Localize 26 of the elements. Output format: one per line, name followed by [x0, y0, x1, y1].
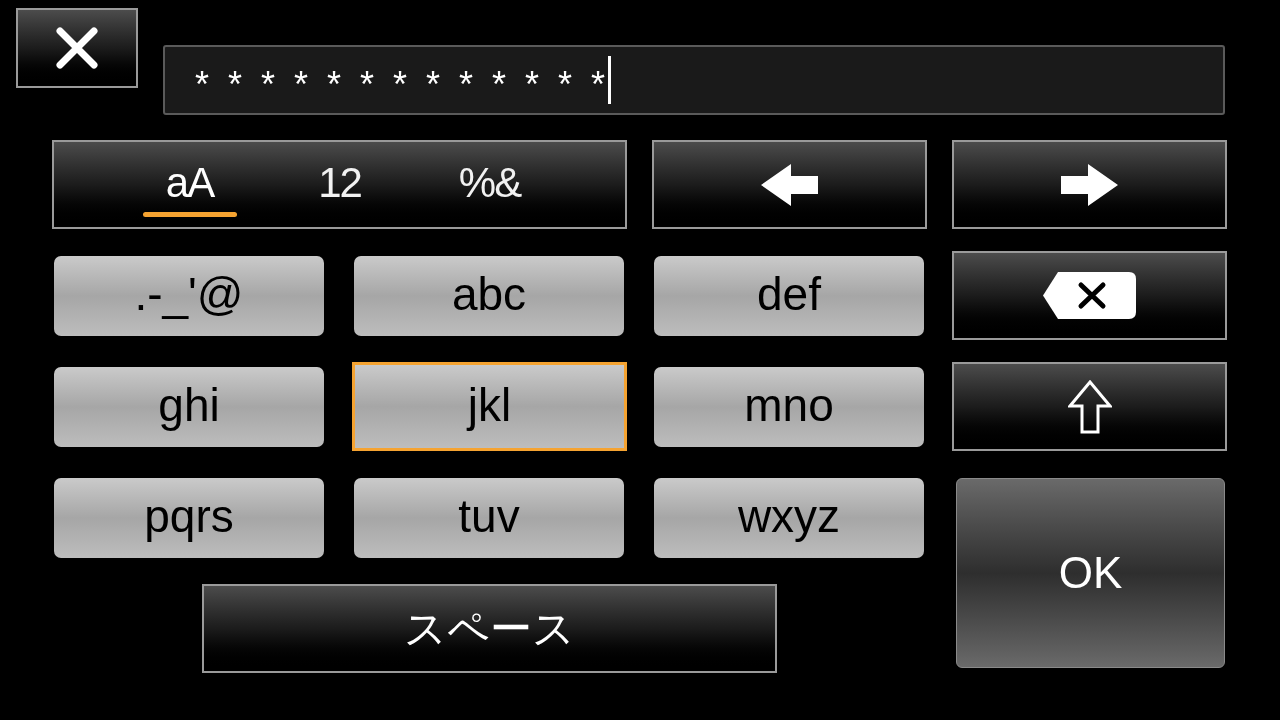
character-key[interactable]: wxyz [654, 478, 924, 558]
close-icon [55, 27, 99, 69]
character-key[interactable]: ghi [54, 367, 324, 447]
mode-tab[interactable]: aA [139, 142, 240, 227]
password-field[interactable]: ************* [163, 45, 1225, 115]
character-key[interactable]: mno [654, 367, 924, 447]
up-arrow-icon [1067, 379, 1112, 434]
right-arrow-button[interactable] [952, 140, 1227, 229]
character-key[interactable]: jkl [352, 362, 627, 451]
character-key[interactable]: abc [354, 256, 624, 336]
character-key[interactable]: .-_'@ [54, 256, 324, 336]
left-arrow-button[interactable] [652, 140, 927, 229]
character-key[interactable]: pqrs [54, 478, 324, 558]
character-key[interactable]: def [654, 256, 924, 336]
right-arrow-icon [1061, 163, 1118, 206]
left-arrow-icon [761, 163, 818, 206]
mode-tab[interactable]: 12 [289, 142, 390, 227]
backspace-button[interactable] [952, 251, 1227, 340]
mode-tab[interactable]: %& [439, 142, 540, 227]
shift-button[interactable] [952, 362, 1227, 451]
text-cursor-icon [608, 56, 612, 104]
space-button[interactable]: スペース [202, 584, 777, 673]
backspace-icon [1043, 272, 1136, 319]
character-key[interactable]: tuv [354, 478, 624, 558]
ok-button[interactable]: OK [956, 478, 1225, 668]
close-button[interactable] [16, 8, 138, 88]
